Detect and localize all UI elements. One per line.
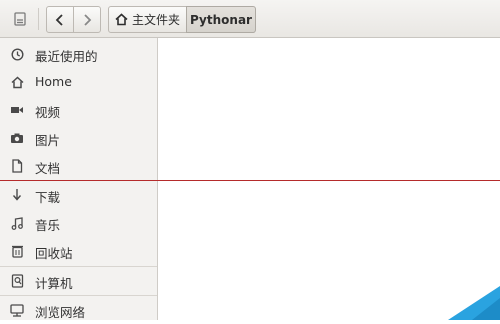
forward-button[interactable]	[73, 6, 101, 33]
trash-icon	[10, 244, 24, 258]
computer-icon	[10, 274, 24, 288]
sidebar-item-label: 文档	[35, 161, 61, 176]
menu-button[interactable]	[6, 6, 33, 32]
sidebar-item-label: 下载	[35, 190, 61, 205]
sidebar-item-computer[interactable]: 计算机	[0, 267, 157, 295]
sidebar-item-documents[interactable]: 文档	[0, 152, 157, 180]
sidebar-item-label: 回收站	[35, 246, 73, 261]
sidebar: 最近使用的 Home 视频 图片 文档 下载 音乐 回收站 计算机 浏览网络	[0, 38, 158, 320]
document-menu-icon	[13, 12, 26, 26]
sidebar-item-trash[interactable]: 回收站	[0, 237, 157, 265]
chevron-left-icon	[55, 13, 63, 26]
file-view-area[interactable]	[158, 38, 500, 320]
sidebar-item-label: 浏览网络	[35, 305, 86, 320]
sidebar-item-label: 视频	[35, 105, 61, 120]
clock-icon	[10, 47, 24, 61]
back-button[interactable]	[46, 6, 74, 33]
sidebar-item-music[interactable]: 音乐	[0, 209, 157, 237]
chevron-right-icon	[84, 13, 92, 26]
home-icon	[115, 13, 128, 26]
toolbar-separator	[38, 8, 39, 30]
breadcrumb-home[interactable]: 主文件夹	[108, 6, 187, 33]
corner-accent-graphic	[448, 286, 500, 320]
toolbar: 主文件夹 Pythonar	[0, 0, 500, 38]
home-icon	[10, 75, 24, 89]
sidebar-item-pictures[interactable]: 图片	[0, 124, 157, 152]
sidebar-item-videos[interactable]: 视频	[0, 96, 157, 124]
camera-icon	[10, 131, 24, 145]
breadcrumb-current[interactable]: Pythonar	[186, 6, 256, 33]
breadcrumb-current-label: Pythonar	[190, 12, 252, 27]
sidebar-item-label: 计算机	[35, 276, 73, 291]
download-icon	[10, 188, 24, 202]
sidebar-item-label: 最近使用的	[35, 49, 98, 64]
sidebar-item-label: Home	[35, 74, 72, 89]
breadcrumb-home-label: 主文件夹	[132, 13, 181, 27]
document-icon	[10, 159, 24, 173]
sidebar-item-label: 音乐	[35, 218, 61, 233]
annotation-line	[0, 180, 500, 181]
sidebar-item-label: 图片	[35, 133, 61, 148]
music-icon	[10, 216, 24, 230]
video-icon	[10, 103, 24, 117]
network-icon	[10, 303, 24, 317]
sidebar-item-home[interactable]: Home	[0, 68, 157, 96]
sidebar-item-downloads[interactable]: 下载	[0, 181, 157, 209]
sidebar-item-recent[interactable]: 最近使用的	[0, 40, 157, 68]
